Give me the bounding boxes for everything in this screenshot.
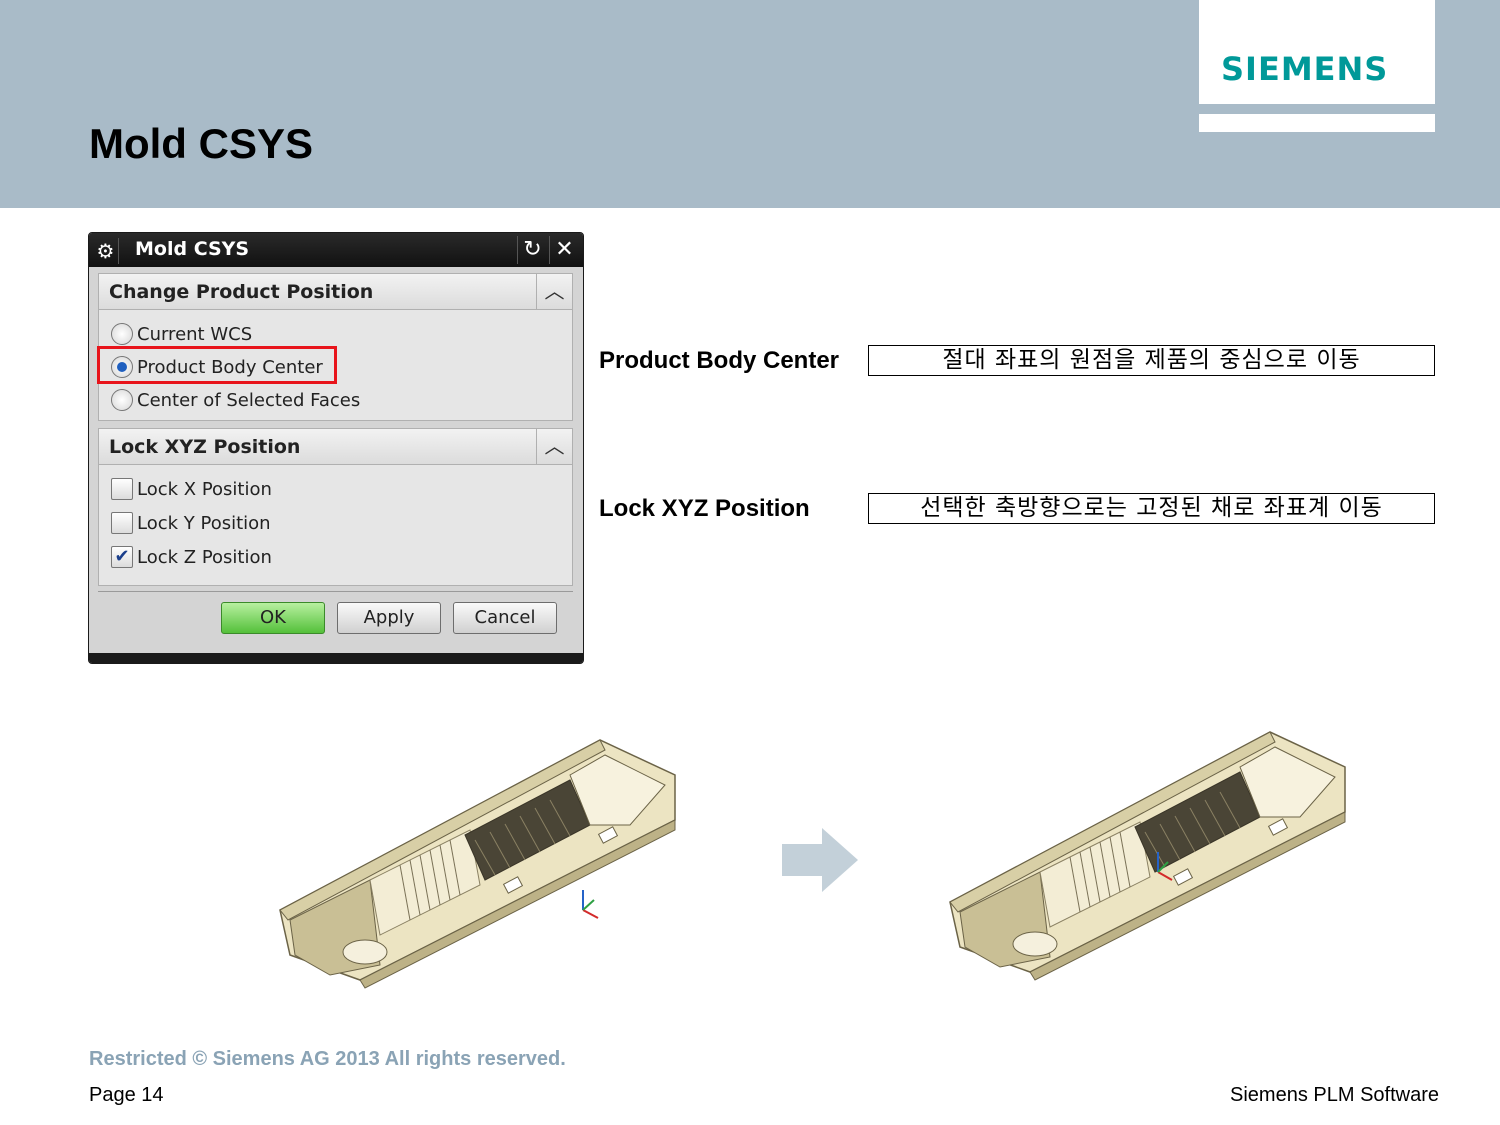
annotation-description: 선택한 축방향으로는 고정된 채로 좌표계 이동 <box>868 493 1435 524</box>
chevron-up-icon[interactable]: ︿ <box>536 274 572 309</box>
ok-button[interactable]: OK <box>221 602 325 634</box>
mold-csys-dialog: ⚙ Mold CSYS ↻ ✕ Change Product Position … <box>88 232 584 664</box>
highlight-box <box>97 346 337 384</box>
dialog-title: Mold CSYS <box>135 238 250 260</box>
gear-icon[interactable]: ⚙ <box>93 238 119 264</box>
option-label: Center of Selected Faces <box>137 389 361 411</box>
group-header[interactable]: Change Product Position ︿ <box>99 274 572 310</box>
footer-restricted: Restricted © Siemens AG 2013 All rights … <box>89 1048 566 1070</box>
reset-icon[interactable]: ↻ <box>517 236 547 264</box>
radio-button[interactable] <box>111 389 133 411</box>
annotation-description: 절대 좌표의 원점을 제품의 중심으로 이동 <box>868 345 1435 376</box>
checkbox[interactable] <box>111 478 133 500</box>
group-header[interactable]: Lock XYZ Position ︿ <box>99 429 572 465</box>
option-label: Current WCS <box>137 323 253 345</box>
option-label: Lock X Position <box>137 478 272 500</box>
cancel-button[interactable]: Cancel <box>453 602 557 634</box>
siemens-logo: SIEMENS <box>1199 0 1435 104</box>
arrow-right-icon <box>782 828 858 892</box>
close-icon[interactable]: ✕ <box>549 236 579 264</box>
footer-company: Siemens PLM Software <box>1230 1084 1439 1106</box>
annotation-label: Lock XYZ Position <box>599 495 810 522</box>
part-before-image <box>279 739 676 989</box>
group-label: Lock XYZ Position <box>109 436 301 458</box>
footer-page-number: Page 14 <box>89 1084 164 1106</box>
divider <box>98 591 573 592</box>
checkbox-lock-z[interactable]: ✔ Lock Z Position <box>111 543 272 571</box>
radio-center-of-selected-faces[interactable]: Center of Selected Faces <box>111 386 360 414</box>
option-label: Lock Z Position <box>137 546 272 568</box>
checkbox-lock-y[interactable]: Lock Y Position <box>111 509 271 537</box>
apply-button[interactable]: Apply <box>337 602 441 634</box>
checkbox[interactable] <box>111 512 133 534</box>
radio-current-wcs[interactable]: Current WCS <box>111 320 252 348</box>
checkbox-checked[interactable]: ✔ <box>111 546 133 568</box>
slide-title: Mold CSYS <box>89 120 314 167</box>
annotation-label: Product Body Center <box>599 347 840 374</box>
group-label: Change Product Position <box>109 281 374 303</box>
option-label: Lock Y Position <box>137 512 271 534</box>
chevron-up-icon[interactable]: ︿ <box>536 429 572 464</box>
checkbox-lock-x[interactable]: Lock X Position <box>111 475 272 503</box>
lock-xyz-position-group: Lock XYZ Position ︿ Lock X Position Lock… <box>98 428 573 586</box>
logo-text: SIEMENS <box>1221 50 1389 88</box>
radio-button[interactable] <box>111 323 133 345</box>
logo-strip <box>1199 114 1435 132</box>
dialog-bottom-bar <box>89 653 583 663</box>
part-after-image <box>949 731 1346 981</box>
dialog-titlebar: ⚙ Mold CSYS ↻ ✕ <box>89 233 583 267</box>
